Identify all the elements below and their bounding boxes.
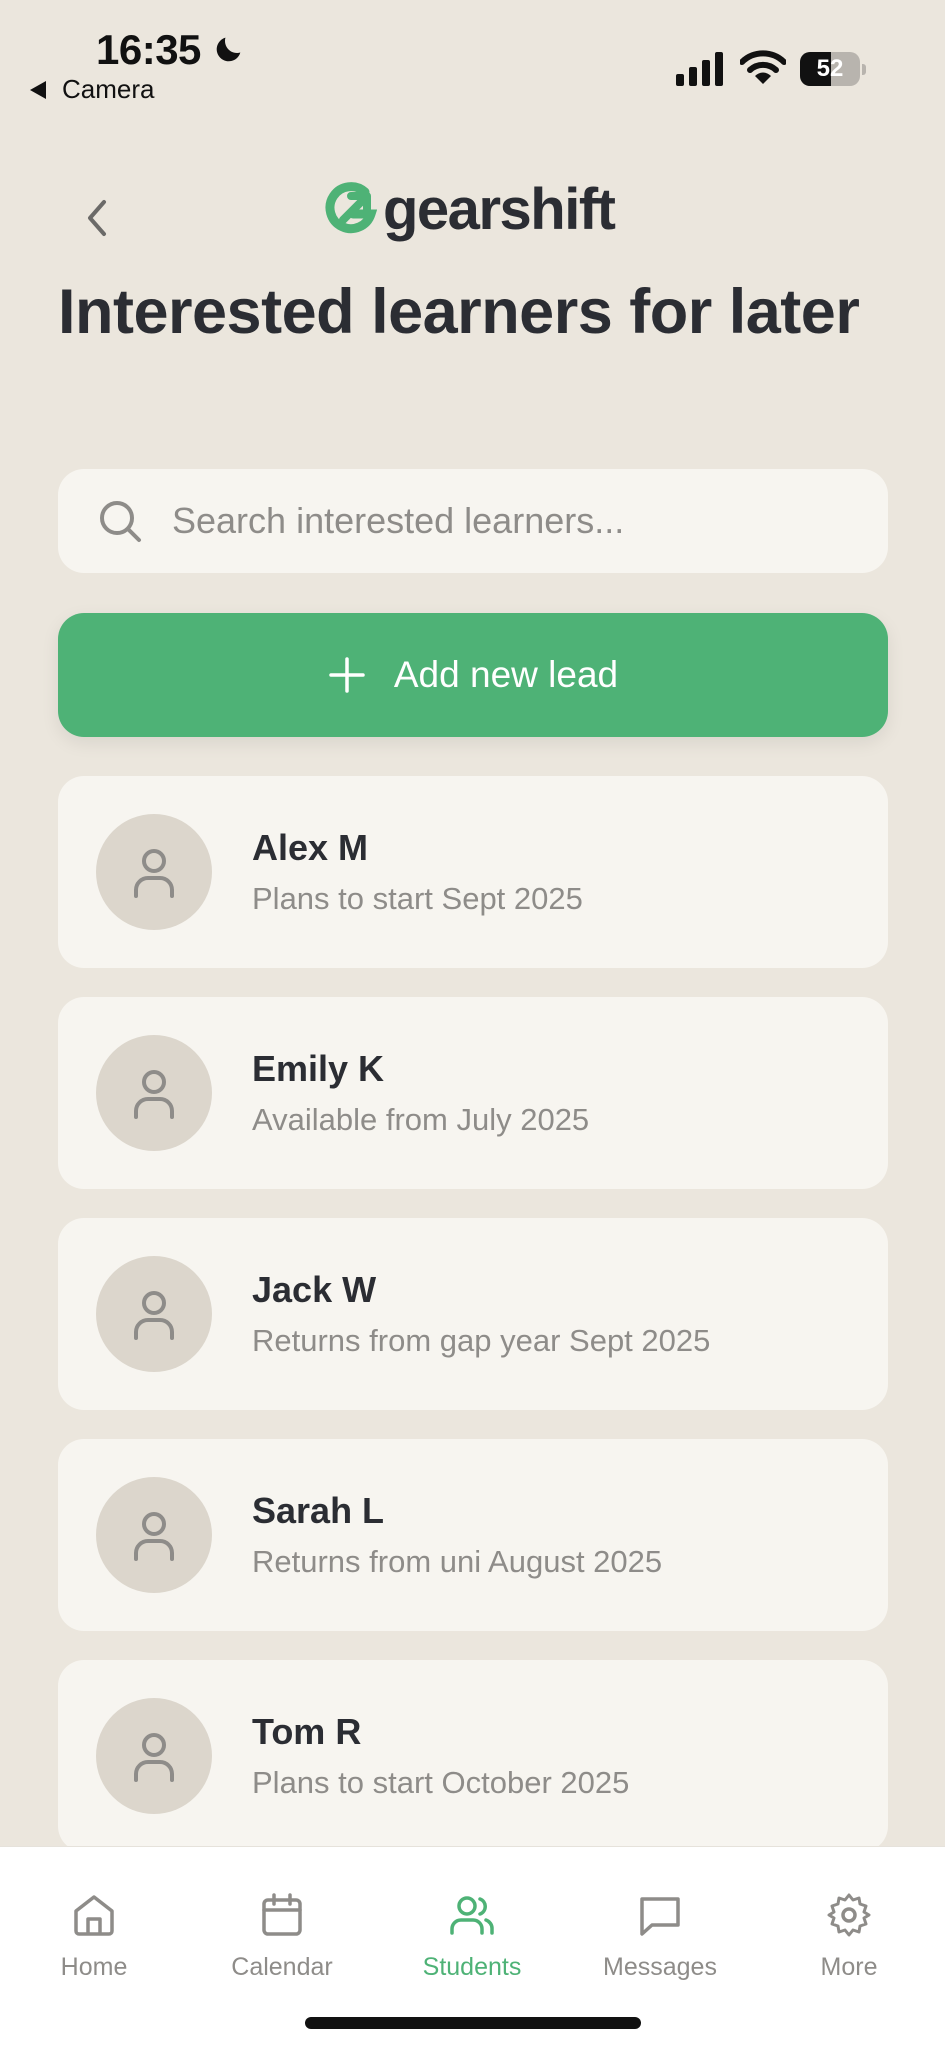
logo-text: gearshift xyxy=(383,176,616,242)
nav-more-label: More xyxy=(820,1953,878,1981)
nav-students-label: Students xyxy=(422,1953,522,1981)
bottom-nav: Home Calendar Students Messages More xyxy=(0,1846,945,2048)
nav-calendar-label: Calendar xyxy=(231,1953,333,1981)
nav-students[interactable]: Students xyxy=(397,1891,547,1982)
plus-icon xyxy=(329,657,365,693)
leads-list: Alex M Plans to start Sept 2025 Emily K … xyxy=(58,776,888,1846)
page-title: Interested learners for later xyxy=(58,277,860,347)
lead-card[interactable]: Tom R Plans to start October 2025 xyxy=(58,1660,888,1846)
back-to-app-link[interactable]: Camera xyxy=(30,74,154,105)
lead-note: Returns from gap year Sept 2025 xyxy=(252,1323,711,1358)
lead-note: Plans to start Sept 2025 xyxy=(252,881,583,916)
gearshift-logo: gearshift xyxy=(325,174,616,244)
search-bar[interactable] xyxy=(58,469,888,573)
home-icon xyxy=(74,1895,114,1936)
user-icon xyxy=(134,849,174,898)
back-chevron-icon[interactable] xyxy=(76,196,120,240)
back-app-label: Camera xyxy=(62,74,155,104)
avatar xyxy=(96,814,212,930)
avatar xyxy=(96,1698,212,1814)
lead-card[interactable]: Emily K Available from July 2025 xyxy=(58,997,888,1189)
nav-messages-label: Messages xyxy=(603,1953,717,1981)
search-input[interactable] xyxy=(172,500,852,542)
lead-note: Returns from uni August 2025 xyxy=(252,1544,663,1579)
nav-more[interactable]: More xyxy=(774,1891,924,1982)
user-icon xyxy=(134,1733,174,1782)
gearshift-logo-mark-icon xyxy=(325,182,377,234)
cellular-signal-icon xyxy=(676,52,723,86)
lead-name: Alex M xyxy=(252,827,369,868)
users-icon xyxy=(450,1896,494,1935)
user-icon xyxy=(134,1512,174,1561)
lead-card[interactable]: Alex M Plans to start Sept 2025 xyxy=(58,776,888,968)
add-new-lead-label: Add new lead xyxy=(393,654,619,695)
user-icon xyxy=(134,1070,174,1119)
gear-icon xyxy=(827,1893,871,1937)
lead-note: Available from July 2025 xyxy=(252,1102,590,1137)
avatar xyxy=(96,1256,212,1372)
user-icon xyxy=(134,1291,174,1340)
lead-card[interactable]: Jack W Returns from gap year Sept 2025 xyxy=(58,1218,888,1410)
search-icon xyxy=(100,501,141,542)
lead-name: Tom R xyxy=(252,1711,362,1752)
home-indicator xyxy=(305,2017,641,2029)
avatar xyxy=(96,1477,212,1593)
lead-card[interactable]: Sarah L Returns from uni August 2025 xyxy=(58,1439,888,1631)
message-icon xyxy=(640,1897,680,1936)
add-new-lead-button[interactable]: Add new lead xyxy=(58,613,888,737)
nav-home-label: Home xyxy=(60,1953,128,1981)
status-time: 16:35 xyxy=(96,26,201,73)
lead-name: Sarah L xyxy=(252,1490,385,1531)
calendar-icon xyxy=(262,1893,302,1936)
nav-calendar[interactable]: Calendar xyxy=(207,1891,357,1982)
lead-note: Plans to start October 2025 xyxy=(252,1765,630,1800)
moon-icon xyxy=(216,37,241,62)
wifi-icon xyxy=(740,50,786,84)
lead-name: Emily K xyxy=(252,1048,385,1089)
battery-body: 52 xyxy=(800,52,860,86)
status-bar: 16:35 Camera 52 xyxy=(0,0,945,110)
battery-indicator: 52 xyxy=(800,52,866,86)
back-triangle-icon xyxy=(30,80,46,99)
avatar xyxy=(96,1035,212,1151)
nav-home[interactable]: Home xyxy=(19,1891,169,1982)
nav-messages[interactable]: Messages xyxy=(585,1891,735,1982)
battery-percent: 52 xyxy=(816,55,844,82)
battery-nub xyxy=(862,64,866,75)
lead-name: Jack W xyxy=(252,1269,377,1310)
